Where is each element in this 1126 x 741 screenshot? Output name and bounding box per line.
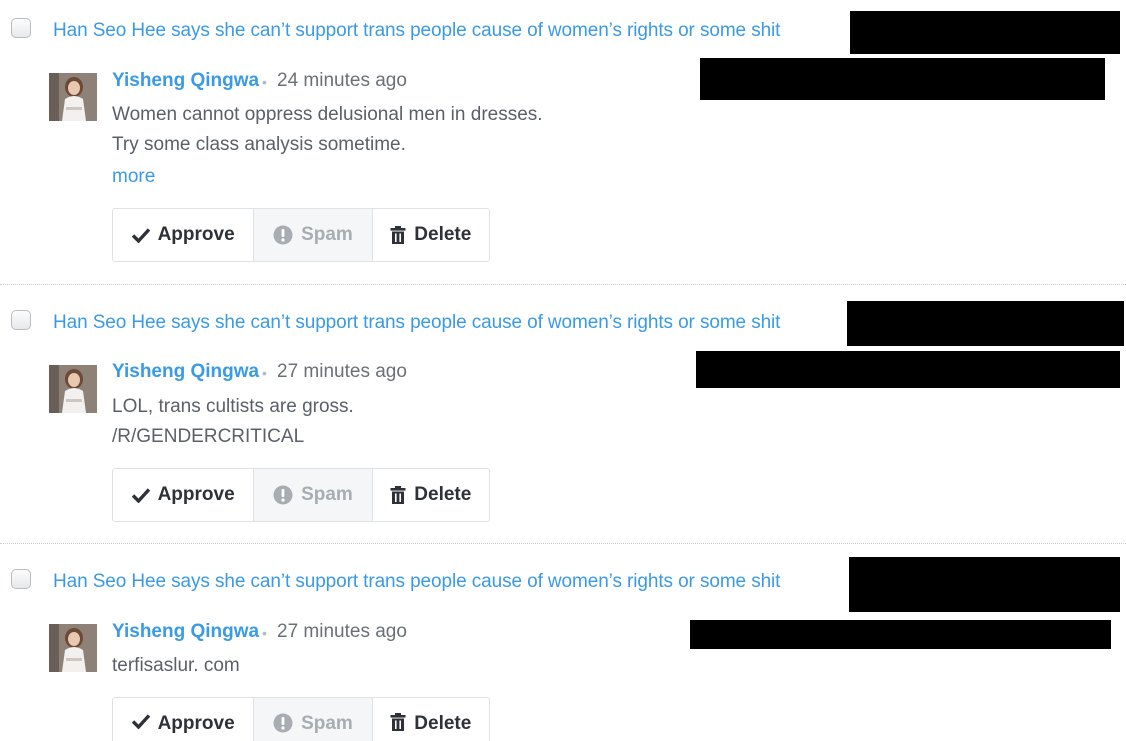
thread-title-link[interactable]: Han Seo Hee says she can’t support trans… <box>53 20 780 42</box>
trash-icon <box>390 713 406 732</box>
thread-title-link[interactable]: Han Seo Hee says she can’t support trans… <box>53 571 780 593</box>
redacted-block <box>700 58 1105 100</box>
meta-separator: • <box>262 365 267 381</box>
redacted-block <box>847 301 1124 346</box>
timestamp: 27 minutes ago <box>277 361 407 382</box>
delete-button[interactable]: Delete <box>371 209 489 261</box>
spam-button[interactable]: Spam <box>253 469 372 521</box>
timestamp: 24 minutes ago <box>277 70 407 91</box>
trash-icon <box>390 225 406 245</box>
timestamp: 27 minutes ago <box>277 621 407 642</box>
moderation-actions: Approve Spam Delete <box>112 697 490 741</box>
delete-button[interactable]: Delete <box>371 469 489 521</box>
checkmark-icon <box>131 227 150 243</box>
delete-button[interactable]: Delete <box>371 698 489 741</box>
spam-label: Spam <box>301 713 353 734</box>
comment-divider <box>0 543 1126 544</box>
moderation-actions: Approve Spam Delete <box>112 468 490 522</box>
exclamation-circle-icon <box>273 485 293 505</box>
spam-button[interactable]: Spam <box>253 698 372 741</box>
exclamation-circle-icon <box>273 713 293 733</box>
approve-label: Approve <box>157 484 235 505</box>
comment-text: LOL, trans cultists are gross. <box>112 396 354 417</box>
author-link[interactable]: Yisheng Qingwa <box>112 70 259 92</box>
redacted-block <box>696 351 1120 388</box>
meta-separator: • <box>262 74 267 90</box>
delete-label: Delete <box>414 713 472 734</box>
checkmark-icon <box>131 713 150 729</box>
approve-label: Approve <box>157 713 235 734</box>
avatar <box>49 365 97 413</box>
spam-label: Spam <box>301 484 353 505</box>
approve-label: Approve <box>157 224 235 245</box>
avatar <box>49 624 97 672</box>
author-link[interactable]: Yisheng Qingwa <box>112 621 259 643</box>
redacted-block <box>690 620 1111 649</box>
comment-text: Women cannot oppress delusional men in d… <box>112 104 543 125</box>
comment-text: Try some class analysis sometime. <box>112 134 406 155</box>
delete-label: Delete <box>414 484 472 505</box>
thread-title-link[interactable]: Han Seo Hee says she can’t support trans… <box>53 312 780 334</box>
more-link[interactable]: more <box>112 166 155 188</box>
moderation-actions: Approve Spam Delete <box>112 208 490 262</box>
redacted-block <box>850 11 1120 54</box>
spam-button[interactable]: Spam <box>253 209 372 261</box>
trash-icon <box>390 485 406 505</box>
select-checkbox[interactable] <box>11 18 31 38</box>
meta-separator: • <box>262 625 267 641</box>
author-link[interactable]: Yisheng Qingwa <box>112 361 259 383</box>
select-checkbox[interactable] <box>11 569 31 589</box>
avatar <box>49 73 97 121</box>
approve-button[interactable]: Approve <box>113 698 253 741</box>
comment-text: /R/GENDERCRITICAL <box>112 426 305 447</box>
redacted-block <box>849 557 1120 612</box>
approve-button[interactable]: Approve <box>113 209 253 261</box>
delete-label: Delete <box>414 224 472 245</box>
comment-divider <box>0 284 1126 285</box>
spam-label: Spam <box>301 224 353 245</box>
exclamation-circle-icon <box>273 225 293 245</box>
checkmark-icon <box>131 487 150 503</box>
select-checkbox[interactable] <box>11 310 31 330</box>
comment-text: terfisaslur. com <box>112 655 240 676</box>
approve-button[interactable]: Approve <box>113 469 253 521</box>
